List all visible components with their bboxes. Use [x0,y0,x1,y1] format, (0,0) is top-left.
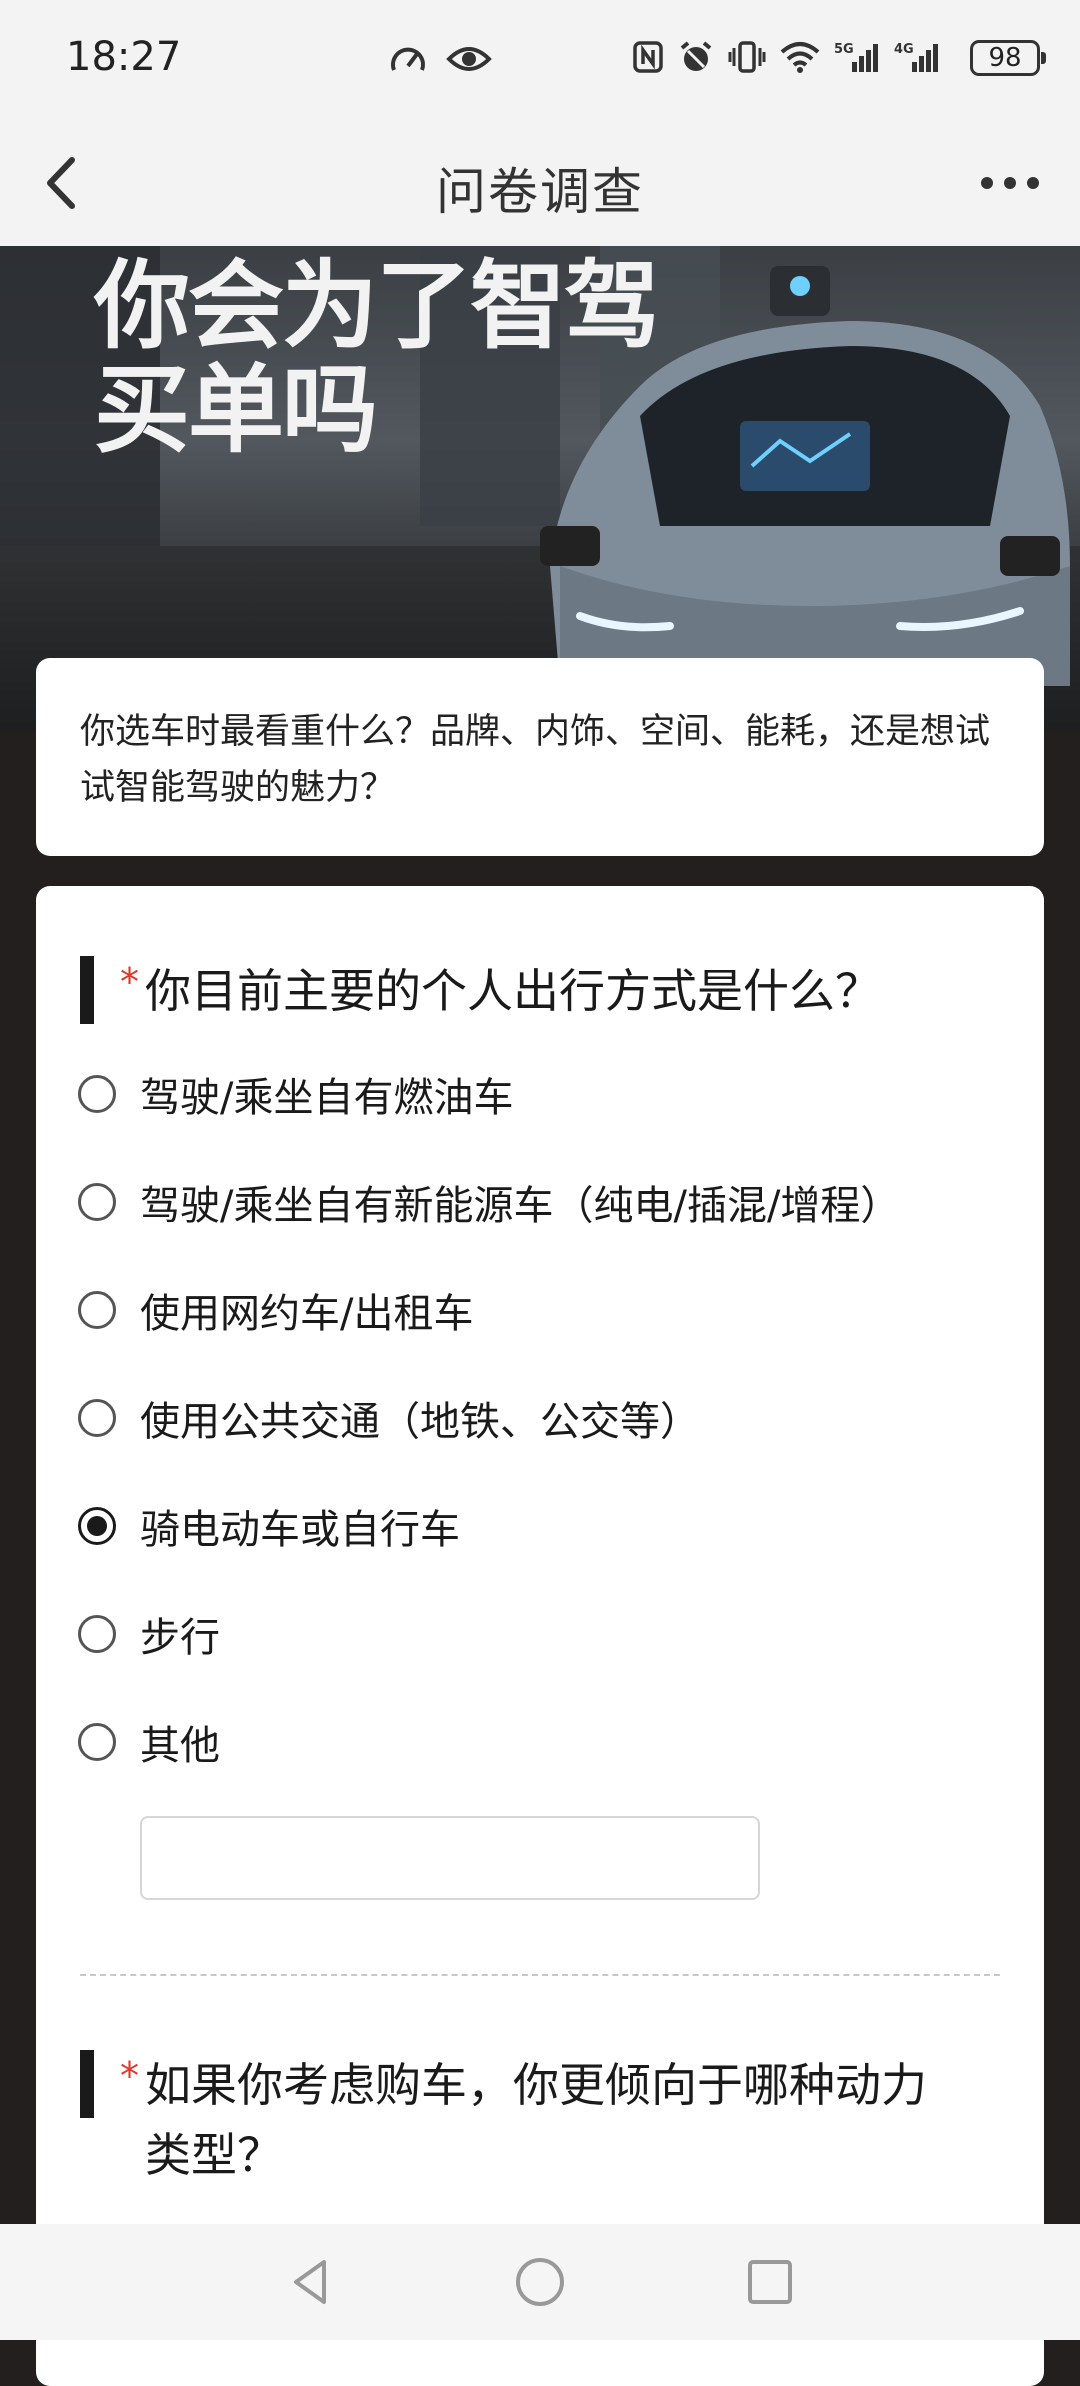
question-divider [80,1974,1000,1976]
battery-indicator: 98 [970,40,1046,76]
app-header: 问卷调查 [0,120,1080,246]
more-button[interactable] [970,150,1050,216]
status-mid-icons [388,42,492,76]
question-2-text-line2: 类型？ [145,2128,283,2182]
speedometer-icon [391,47,425,71]
option-label: 骑电动车或自行车 [140,1507,460,1553]
option-label: 驾驶/乘坐自有新能源车（纯电/插混/增程） [140,1183,901,1229]
question-1-title: * 你目前主要的个人出行方式是什么？ [80,956,881,1026]
option-4[interactable]: 使用公共交通（地铁、公交等） [78,1388,700,1448]
nfc-icon [633,41,663,73]
nav-back-icon[interactable] [284,2254,340,2310]
option-2[interactable]: 驾驶/乘坐自有新能源车（纯电/插混/增程） [78,1172,900,1232]
required-asterisk: * [120,960,139,1004]
option-6[interactable]: 步行 [78,1604,220,1664]
survey-description: 你选车时最看重什么？品牌、内饰、空间、能耗，还是想试试智能驾驶的魅力？ [36,658,1044,856]
radio-button[interactable] [78,1723,116,1761]
more-dot [981,177,993,189]
question-1-text: 你目前主要的个人出行方式是什么？ [145,964,881,1018]
question-2-text: 如果你考虑购车，你更倾向于哪种动力 类型？ [145,2050,927,2190]
wifi-icon [780,42,820,73]
required-asterisk: * [120,2054,139,2098]
more-dot [1004,177,1016,189]
option-label: 使用公共交通（地铁、公交等） [140,1399,700,1445]
option-label: 其他 [140,1723,220,1769]
radio-button[interactable] [78,1291,116,1329]
question-marker-bar [80,956,94,1024]
eye-icon [446,47,492,71]
other-text-input[interactable] [140,1816,760,1900]
question-card: * 你目前主要的个人出行方式是什么？ 驾驶/乘坐自有燃油车 驾驶/乘坐自有新能源… [36,886,1044,2386]
banner-headline-line2: 买单吗 [94,354,378,466]
alarm-icon [680,41,712,71]
option-label: 步行 [140,1615,220,1661]
option-3[interactable]: 使用网约车/出租车 [78,1280,473,1340]
banner-headline-line1: 你会为了智驾 [94,250,660,362]
radio-button[interactable] [78,1615,116,1653]
signal-4g-icon: 4G [894,42,938,72]
nav-recents-icon[interactable] [742,2254,798,2310]
option-label: 驾驶/乘坐自有燃油车 [140,1075,514,1121]
question-2-text-line1: 如果你考虑购车，你更倾向于哪种动力 [145,2058,927,2112]
option-label: 使用网约车/出租车 [140,1291,474,1337]
more-dot [1027,177,1039,189]
radio-button[interactable] [78,1075,116,1113]
radio-button-selected[interactable] [78,1507,116,1545]
option-1[interactable]: 驾驶/乘坐自有燃油车 [78,1064,513,1124]
nav-home-icon[interactable] [512,2254,568,2310]
status-bar: 18:27 5G 4G 98 [0,0,1080,120]
signal-5g-icon: 5G [834,42,878,72]
page-title: 问卷调查 [436,163,644,221]
vibrate-icon [728,41,766,73]
radio-button[interactable] [78,1399,116,1437]
radio-button[interactable] [78,1183,116,1221]
status-time: 18:27 [66,34,182,80]
question-2-title: * 如果你考虑购车，你更倾向于哪种动力 类型？ [80,2050,927,2190]
svg-text:4G: 4G [894,42,914,57]
svg-text:5G: 5G [834,42,854,57]
status-right-icons: 5G 4G [632,40,940,74]
question-marker-bar [80,2050,94,2118]
option-5[interactable]: 骑电动车或自行车 [78,1496,460,1556]
option-7[interactable]: 其他 [78,1712,220,1772]
system-nav-bar [0,2224,1080,2340]
banner-headline: 你会为了智驾 买单吗 [94,250,660,466]
